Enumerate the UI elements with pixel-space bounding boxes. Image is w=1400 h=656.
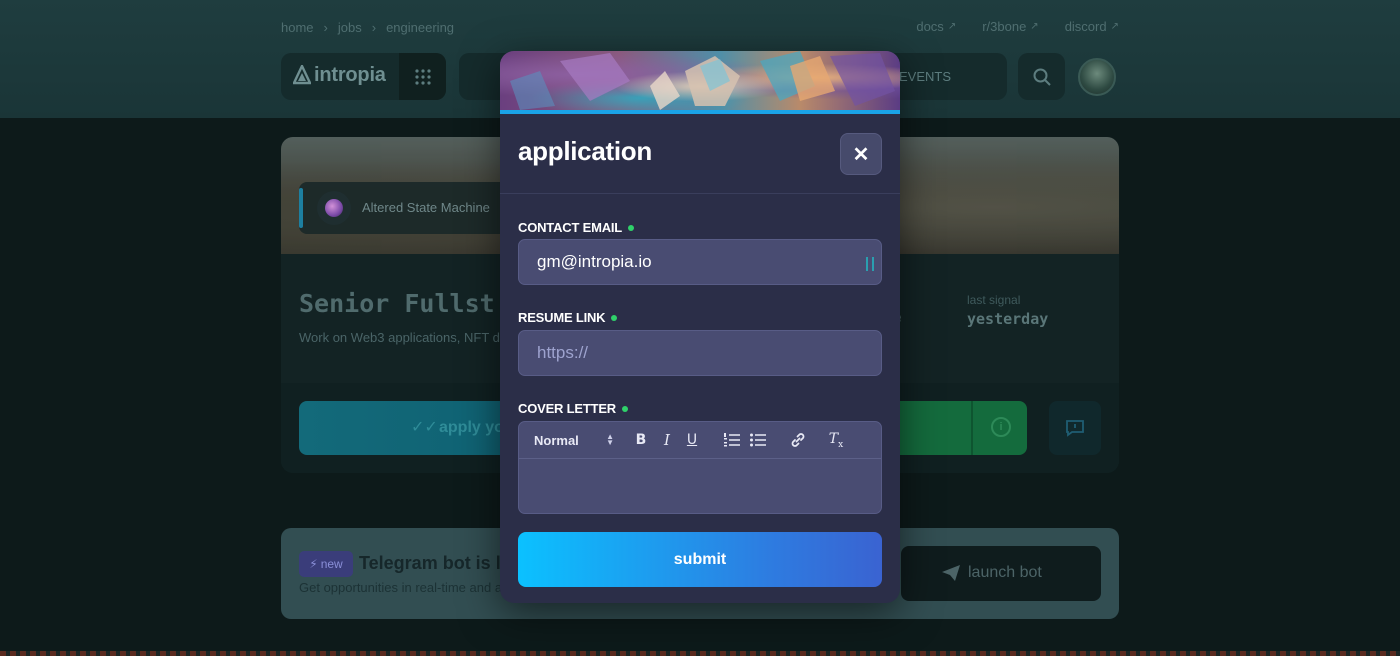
underline-button[interactable]: U — [684, 430, 700, 450]
paragraph-format-value: Normal — [534, 432, 579, 448]
cover-letter-editor: Normal ▲ ▼ B I U Tx — [518, 421, 882, 514]
ordered-list-icon — [724, 433, 740, 447]
external-link-icon: ↗ — [1030, 21, 1039, 32]
apply-button[interactable]: ✓✓ apply yo — [299, 401, 529, 455]
cover-letter-label: COVER LETTER — [518, 401, 628, 416]
external-link-icon: ↗ — [947, 21, 957, 32]
underline-icon: U — [686, 432, 698, 448]
required-dot — [628, 224, 635, 231]
apps-grid-button[interactable] — [399, 53, 446, 100]
password-manager-icon[interactable] — [866, 257, 874, 271]
resume-link-field[interactable] — [518, 330, 882, 376]
italic-icon: I — [664, 431, 670, 449]
link-button[interactable] — [789, 430, 807, 450]
bottom-strip — [0, 651, 1400, 656]
search-button[interactable] — [1018, 53, 1065, 100]
last-signal-value: yesterday — [967, 310, 1049, 328]
launch-bot-button[interactable]: launch bot — [901, 546, 1101, 601]
external-link-icon: ↗ — [1110, 21, 1119, 32]
application-modal: application ✕ CONTACT EMAIL RESUME LINK … — [500, 51, 900, 603]
clear-formatting-button[interactable]: Tx — [827, 430, 845, 450]
modal-title: application — [518, 136, 652, 166]
modal-header: application ✕ — [500, 114, 900, 194]
company-logo — [317, 191, 351, 225]
external-links: docs ↗ r/3bone ↗ discord ↗ — [916, 19, 1119, 34]
bullet-list-icon — [750, 433, 766, 447]
grid-icon — [414, 68, 431, 85]
apply-button-label: apply yo — [439, 419, 504, 436]
company-chip[interactable]: Altered State Machine — [299, 182, 519, 234]
docs-link-label: docs — [916, 19, 944, 34]
required-dot — [622, 405, 628, 412]
bold-button[interactable]: B — [633, 430, 649, 450]
r3bone-link[interactable]: r/3bone ↗ — [982, 19, 1038, 34]
bullet-list-button[interactable] — [749, 430, 767, 450]
discord-link[interactable]: discord ↗ — [1065, 19, 1119, 34]
clear-formatting-icon: Tx — [829, 431, 843, 450]
contact-email-label: CONTACT EMAIL — [518, 220, 635, 235]
telegram-title: Telegram bot is li — [359, 553, 506, 573]
clear-formatting-sub: x — [838, 439, 844, 450]
modal-banner-image — [500, 51, 900, 110]
breadcrumb-item-engineering[interactable]: engineering — [386, 20, 454, 35]
italic-button[interactable]: I — [659, 430, 675, 450]
brand-name: intropia — [314, 64, 386, 86]
new-badge: ⚡ new — [299, 551, 353, 577]
contact-email-label-text: CONTACT EMAIL — [518, 220, 623, 235]
info-icon[interactable]: i — [991, 417, 1011, 437]
nav-item-events[interactable]: EVENTS — [899, 69, 951, 84]
breadcrumb-item-home[interactable]: home — [281, 20, 314, 35]
action-button-green[interactable]: i — [881, 401, 1027, 455]
cover-letter-label-text: COVER LETTER — [518, 401, 616, 416]
company-name: Altered State Machine — [362, 200, 490, 215]
crystal-artwork — [510, 51, 895, 110]
cover-letter-textarea[interactable] — [519, 459, 881, 513]
last-signal-label: last signal — [967, 293, 1021, 307]
ordered-list-button[interactable] — [723, 430, 741, 450]
submit-button[interactable]: submit — [518, 532, 882, 587]
message-icon — [1066, 420, 1084, 437]
chip-accent — [299, 188, 303, 228]
chevron-right-icon: › — [371, 19, 377, 35]
intropia-logo-icon — [293, 65, 311, 85]
breadcrumb-item-jobs[interactable]: jobs — [338, 20, 362, 35]
discord-link-label: discord — [1064, 19, 1107, 34]
resume-link-label: RESUME LINK — [518, 310, 618, 325]
lightning-icon: ⚡ — [309, 557, 318, 571]
chat-button[interactable] — [1049, 401, 1101, 455]
docs-link[interactable]: docs ↗ — [916, 19, 956, 34]
bold-icon: B — [635, 432, 647, 448]
breadcrumb: home › jobs › engineering — [281, 19, 454, 35]
link-icon — [791, 433, 805, 447]
close-icon: ✕ — [852, 143, 870, 166]
required-dot — [611, 314, 618, 321]
clear-formatting-glyph: T — [828, 430, 839, 447]
resume-link-label-text: RESUME LINK — [518, 310, 606, 325]
double-check-icon: ✓✓ — [411, 419, 438, 436]
email-field[interactable] — [518, 239, 882, 285]
send-icon — [942, 565, 960, 581]
search-icon — [1033, 68, 1051, 86]
job-title: Senior Fullst — [299, 289, 495, 318]
avatar[interactable] — [1078, 58, 1116, 96]
telegram-subtitle: Get opportunities in real-time and ap — [299, 580, 510, 595]
paragraph-format-select[interactable]: Normal ▲ ▼ — [534, 430, 614, 450]
editor-toolbar: Normal ▲ ▼ B I U Tx — [519, 422, 881, 459]
launch-bot-label: launch bot — [968, 564, 1042, 581]
r3bone-link-label: r/3bone — [982, 19, 1027, 34]
new-badge-label: new — [320, 557, 343, 571]
button-divider — [971, 401, 973, 455]
chevron-right-icon: › — [323, 19, 328, 35]
select-arrows-icon: ▲ ▼ — [606, 432, 614, 447]
close-button[interactable]: ✕ — [840, 133, 882, 175]
job-description: Work on Web3 applications, NFT dro — [299, 330, 512, 345]
